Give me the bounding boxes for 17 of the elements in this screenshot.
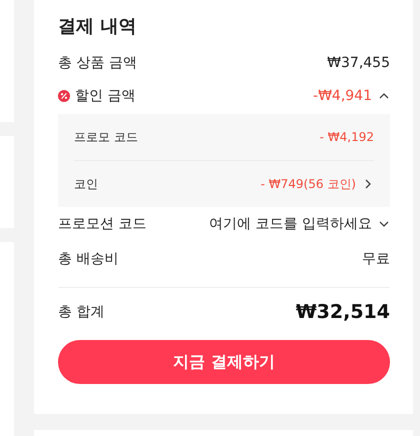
row-label: 프로모션 코드 [58,215,146,233]
row-value: ₩37,455 [327,55,390,71]
promo-code-toggle[interactable]: 여기에 코드를 입력하세요 [209,215,390,233]
row-value: 무료 [362,250,390,268]
row-label: 총 배송비 [58,250,118,268]
coin-link[interactable]: - ₩749(56 코인) [260,176,374,192]
total-label: 총 합계 [58,303,104,321]
detail-label: 프로모 코드 [74,128,138,146]
section-title: 결제 내역 [58,15,138,39]
detail-value: - ₩4,192 [320,130,374,144]
row-label: 할인 금액 [75,87,136,105]
row-value: -₩4,941 [313,88,372,104]
pay-now-button[interactable]: 지금 결제하기 [58,340,390,384]
percent-badge-icon [58,90,70,102]
row-label: 총 상품 금액 [58,54,137,72]
total-value: ₩32,514 [296,301,390,323]
detail-label: 코인 [74,176,98,192]
